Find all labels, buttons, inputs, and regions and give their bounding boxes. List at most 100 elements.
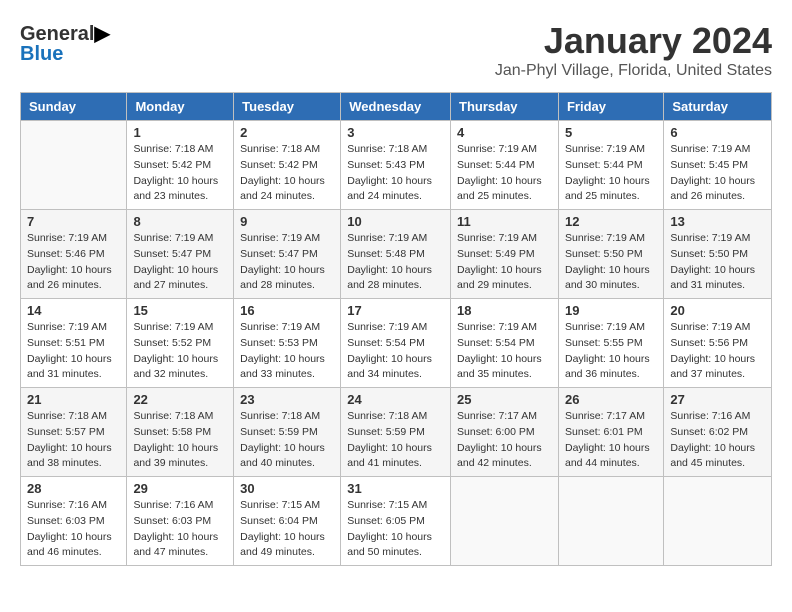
calendar-cell: 9Sunrise: 7:19 AM Sunset: 5:47 PM Daylig… (234, 210, 341, 299)
day-info: Sunrise: 7:19 AM Sunset: 5:46 PM Dayligh… (27, 231, 120, 294)
day-number: 14 (27, 303, 120, 318)
calendar-cell: 11 Sunrise: 7:19 AM Sunset: 5:49 PM Dayli… (451, 210, 559, 299)
logo-text: General▶ Blue (20, 24, 110, 64)
day-number: 11 (457, 214, 552, 229)
calendar-cell: 24 Sunrise: 7:18 AM Sunset: 5:59 PM Dayli… (341, 388, 451, 477)
day-info: Sunrise: 7:17 AM Sunset: 6:00 PM Dayligh… (457, 409, 552, 472)
day-number: 4 (457, 125, 552, 140)
day-of-week-header: Saturday (664, 93, 772, 121)
calendar-cell: 7 Sunrise: 7:19 AM Sunset: 5:46 PM Daylig… (21, 210, 127, 299)
day-number: 1 (133, 125, 227, 140)
day-number: 5 (565, 125, 657, 140)
day-number: 8 (133, 214, 227, 229)
logo: General▶ Blue (20, 24, 110, 64)
day-number: 13 (670, 214, 765, 229)
day-of-week-header: Sunday (21, 93, 127, 121)
calendar-cell: 15 Sunrise: 7:19 AM Sunset: 5:52 PM Dayli… (127, 299, 234, 388)
day-number: 20 (670, 303, 765, 318)
calendar-cell: 18 Sunrise: 7:19 AM Sunset: 5:54 PM Dayli… (451, 299, 559, 388)
calendar-cell: 13Sunrise: 7:19 AM Sunset: 5:50 PM Dayli… (664, 210, 772, 299)
day-number: 15 (133, 303, 227, 318)
calendar-cell: 5 Sunrise: 7:19 AM Sunset: 5:44 PM Daylig… (558, 121, 663, 210)
day-info: Sunrise: 7:19 AM Sunset: 5:51 PM Dayligh… (27, 320, 120, 383)
calendar-cell (451, 477, 559, 566)
calendar-cell: 30Sunrise: 7:15 AM Sunset: 6:04 PM Dayli… (234, 477, 341, 566)
calendar-cell: 14 Sunrise: 7:19 AM Sunset: 5:51 PM Dayli… (21, 299, 127, 388)
day-number: 3 (347, 125, 444, 140)
calendar-cell: 16Sunrise: 7:19 AM Sunset: 5:53 PM Dayli… (234, 299, 341, 388)
day-info: Sunrise: 7:18 AM Sunset: 5:42 PM Dayligh… (133, 142, 227, 205)
day-info: Sunrise: 7:18 AM Sunset: 5:59 PM Dayligh… (347, 409, 444, 472)
calendar-table: SundayMondayTuesdayWednesdayThursdayFrid… (20, 92, 772, 566)
day-number: 21 (27, 392, 120, 407)
calendar-cell: 8 Sunrise: 7:19 AM Sunset: 5:47 PM Daylig… (127, 210, 234, 299)
day-number: 29 (133, 481, 227, 496)
day-info: Sunrise: 7:19 AM Sunset: 5:53 PM Dayligh… (240, 320, 334, 383)
day-info: Sunrise: 7:19 AM Sunset: 5:52 PM Dayligh… (133, 320, 227, 383)
calendar-cell: 2 Sunrise: 7:18 AM Sunset: 5:42 PM Daylig… (234, 121, 341, 210)
calendar-cell: 28 Sunrise: 7:16 AM Sunset: 6:03 PM Dayli… (21, 477, 127, 566)
day-info: Sunrise: 7:19 AM Sunset: 5:45 PM Dayligh… (670, 142, 765, 205)
day-number: 30 (240, 481, 334, 496)
day-info: Sunrise: 7:18 AM Sunset: 5:43 PM Dayligh… (347, 142, 444, 205)
calendar-week-row: 7 Sunrise: 7:19 AM Sunset: 5:46 PM Daylig… (21, 210, 772, 299)
calendar-title: January 2024 (495, 20, 772, 62)
calendar-cell: 3 Sunrise: 7:18 AM Sunset: 5:43 PM Daylig… (341, 121, 451, 210)
day-number: 12 (565, 214, 657, 229)
day-info: Sunrise: 7:18 AM Sunset: 5:42 PM Dayligh… (240, 142, 334, 205)
calendar-cell: 12 Sunrise: 7:19 AM Sunset: 5:50 PM Dayli… (558, 210, 663, 299)
calendar-week-row: 1 Sunrise: 7:18 AM Sunset: 5:42 PM Daylig… (21, 121, 772, 210)
calendar-week-row: 14 Sunrise: 7:19 AM Sunset: 5:51 PM Dayli… (21, 299, 772, 388)
day-info: Sunrise: 7:19 AM Sunset: 5:47 PM Dayligh… (133, 231, 227, 294)
calendar-cell: 10Sunrise: 7:19 AM Sunset: 5:48 PM Dayli… (341, 210, 451, 299)
day-info: Sunrise: 7:17 AM Sunset: 6:01 PM Dayligh… (565, 409, 657, 472)
logo-blue: Blue (20, 43, 63, 65)
day-of-week-header: Tuesday (234, 93, 341, 121)
calendar-cell: 4 Sunrise: 7:19 AM Sunset: 5:44 PM Daylig… (451, 121, 559, 210)
calendar-week-row: 21 Sunrise: 7:18 AM Sunset: 5:57 PM Dayli… (21, 388, 772, 477)
day-number: 9 (240, 214, 334, 229)
calendar-subtitle: Jan-Phyl Village, Florida, United States (495, 62, 772, 80)
calendar-cell: 1 Sunrise: 7:18 AM Sunset: 5:42 PM Daylig… (127, 121, 234, 210)
calendar-cell (664, 477, 772, 566)
day-of-week-header: Wednesday (341, 93, 451, 121)
day-number: 24 (347, 392, 444, 407)
day-info: Sunrise: 7:16 AM Sunset: 6:03 PM Dayligh… (27, 498, 120, 561)
calendar-cell: 31Sunrise: 7:15 AM Sunset: 6:05 PM Dayli… (341, 477, 451, 566)
day-info: Sunrise: 7:19 AM Sunset: 5:48 PM Dayligh… (347, 231, 444, 294)
day-number: 7 (27, 214, 120, 229)
day-info: Sunrise: 7:16 AM Sunset: 6:02 PM Dayligh… (670, 409, 765, 472)
day-info: Sunrise: 7:19 AM Sunset: 5:44 PM Dayligh… (565, 142, 657, 205)
calendar-cell: 6 Sunrise: 7:19 AM Sunset: 5:45 PM Daylig… (664, 121, 772, 210)
day-number: 23 (240, 392, 334, 407)
calendar-cell: 23Sunrise: 7:18 AM Sunset: 5:59 PM Dayli… (234, 388, 341, 477)
calendar-cell: 29Sunrise: 7:16 AM Sunset: 6:03 PM Dayli… (127, 477, 234, 566)
calendar-cell: 19Sunrise: 7:19 AM Sunset: 5:55 PM Dayli… (558, 299, 663, 388)
day-info: Sunrise: 7:19 AM Sunset: 5:44 PM Dayligh… (457, 142, 552, 205)
day-number: 26 (565, 392, 657, 407)
day-info: Sunrise: 7:15 AM Sunset: 6:05 PM Dayligh… (347, 498, 444, 561)
calendar-cell: 25 Sunrise: 7:17 AM Sunset: 6:00 PM Dayli… (451, 388, 559, 477)
day-info: Sunrise: 7:19 AM Sunset: 5:50 PM Dayligh… (565, 231, 657, 294)
day-info: Sunrise: 7:19 AM Sunset: 5:54 PM Dayligh… (457, 320, 552, 383)
calendar-cell: 22Sunrise: 7:18 AM Sunset: 5:58 PM Dayli… (127, 388, 234, 477)
calendar-cell (558, 477, 663, 566)
calendar-cell: 17Sunrise: 7:19 AM Sunset: 5:54 PM Dayli… (341, 299, 451, 388)
day-number: 6 (670, 125, 765, 140)
calendar-cell: 21 Sunrise: 7:18 AM Sunset: 5:57 PM Dayli… (21, 388, 127, 477)
day-number: 28 (27, 481, 120, 496)
day-info: Sunrise: 7:19 AM Sunset: 5:54 PM Dayligh… (347, 320, 444, 383)
day-info: Sunrise: 7:19 AM Sunset: 5:55 PM Dayligh… (565, 320, 657, 383)
day-number: 18 (457, 303, 552, 318)
day-number: 27 (670, 392, 765, 407)
day-of-week-header: Friday (558, 93, 663, 121)
day-number: 2 (240, 125, 334, 140)
page-header: General▶ Blue January 2024 Jan-Phyl Vill… (20, 20, 772, 84)
calendar-header-row: SundayMondayTuesdayWednesdayThursdayFrid… (21, 93, 772, 121)
day-info: Sunrise: 7:19 AM Sunset: 5:49 PM Dayligh… (457, 231, 552, 294)
calendar-header: January 2024 Jan-Phyl Village, Florida, … (495, 20, 772, 80)
day-number: 25 (457, 392, 552, 407)
day-info: Sunrise: 7:18 AM Sunset: 5:57 PM Dayligh… (27, 409, 120, 472)
day-number: 22 (133, 392, 227, 407)
day-of-week-header: Thursday (451, 93, 559, 121)
